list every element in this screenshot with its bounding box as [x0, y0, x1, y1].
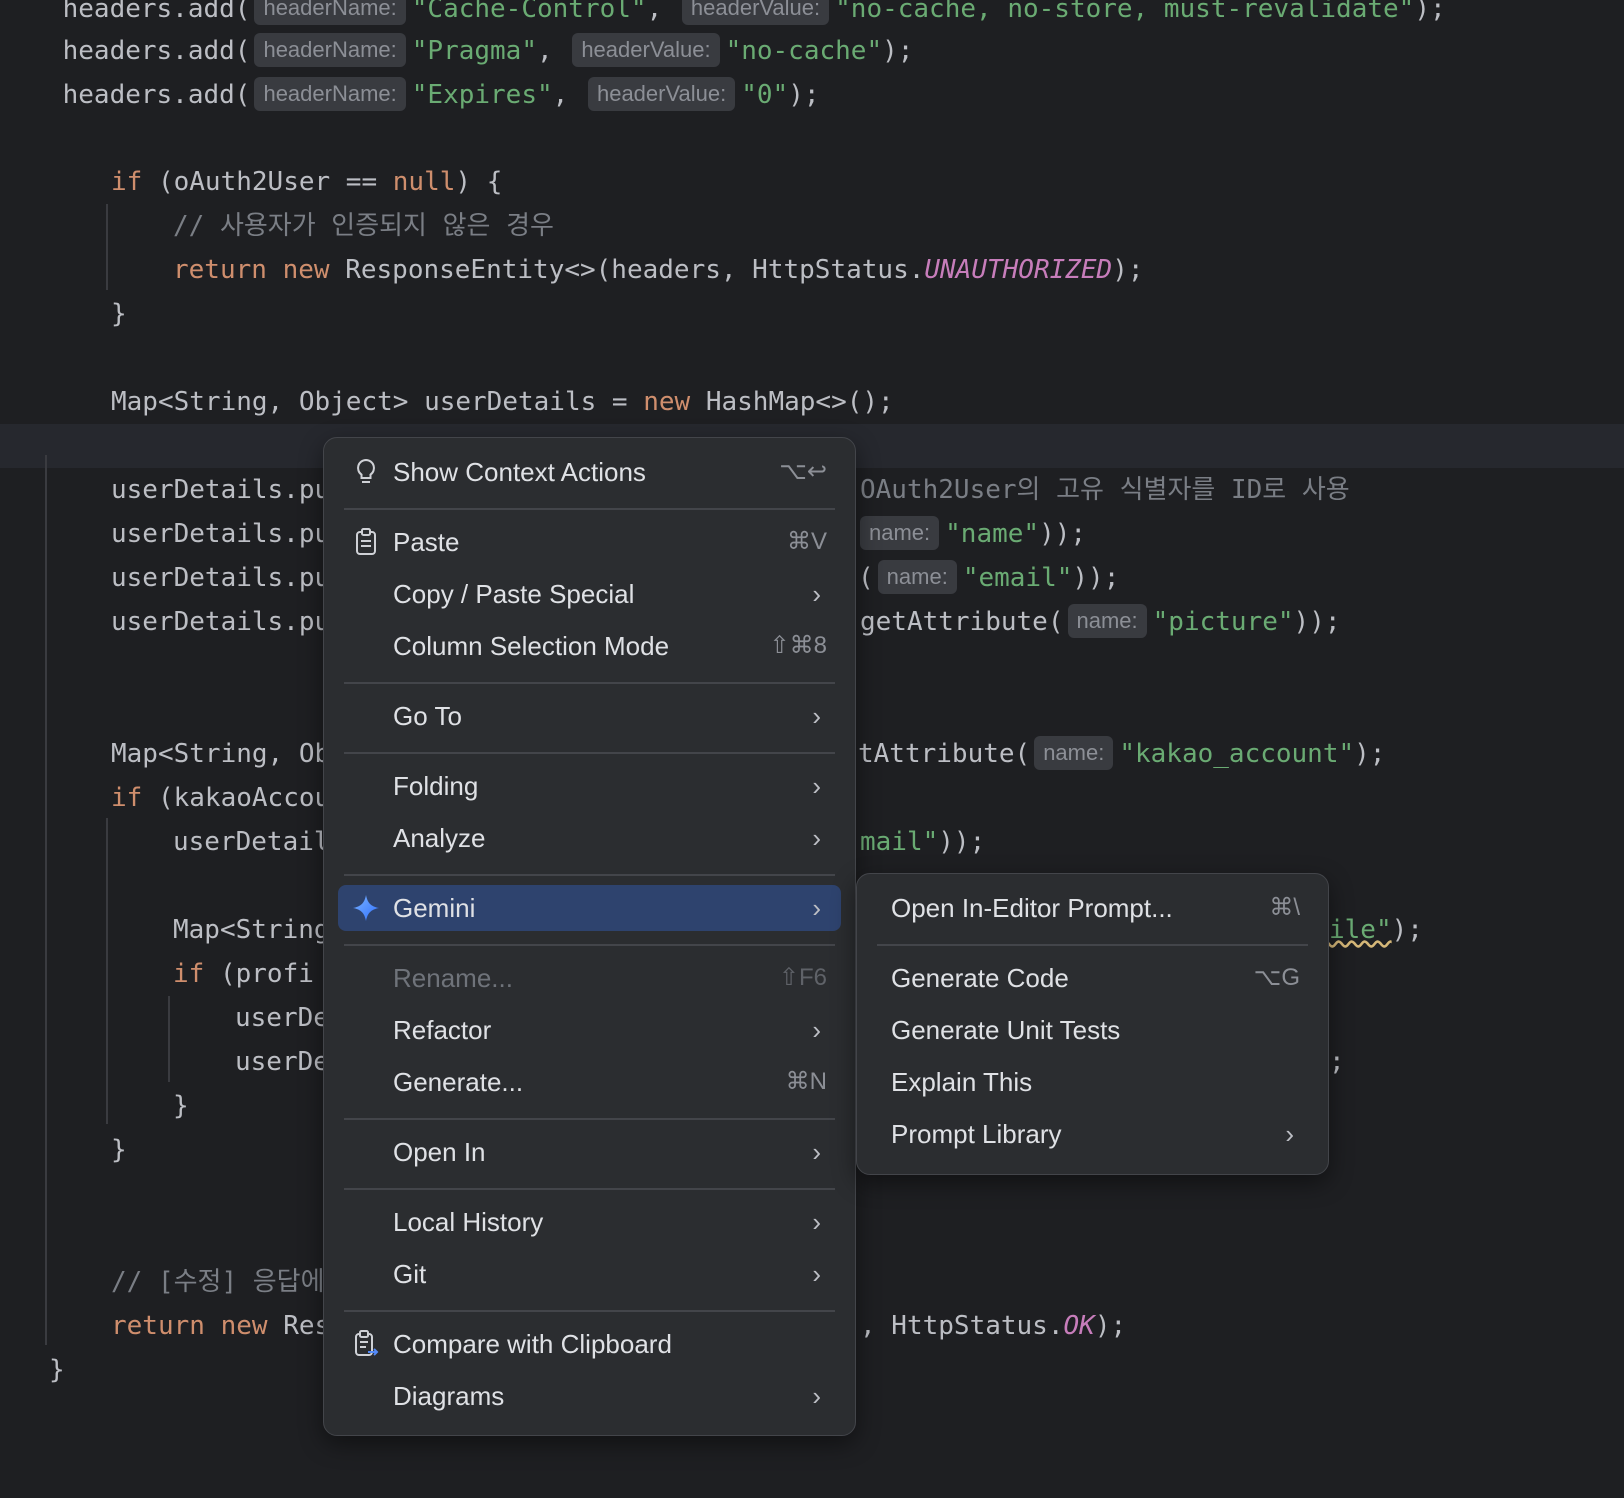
code-line: headers.add(headerName: "Pragma", headerV…: [0, 29, 913, 73]
chevron-right-icon: ›: [812, 771, 821, 801]
menu-item-git[interactable]: Git ›: [338, 1251, 841, 1297]
lightbulb-icon: [352, 458, 380, 486]
code-line: ile");: [1329, 915, 1423, 945]
code-line: userDe: [235, 1003, 329, 1033]
code-line: headers.add(headerName: "Expires", header…: [0, 73, 820, 117]
indent-guide: [106, 818, 108, 1124]
chevron-right-icon: ›: [812, 1207, 821, 1237]
param-hint: headerValue:: [681, 0, 830, 25]
code-line: userDetail: [173, 827, 330, 857]
code-line: getAttribute(name: "picture"));: [860, 600, 1341, 644]
code-line: userDe: [235, 1047, 329, 1077]
menu-item-generate[interactable]: Generate... ⌘N: [338, 1059, 841, 1105]
code-line: }: [173, 1091, 189, 1121]
menu-item-rename[interactable]: Rename... ⇧F6: [338, 955, 841, 1001]
clipboard-icon: [352, 528, 380, 556]
menu-separator: [344, 1118, 835, 1120]
compare-clipboard-icon: [352, 1330, 380, 1358]
menu-item-column-selection-mode[interactable]: Column Selection Mode ⇧⌘8: [338, 623, 841, 669]
param-hint: name:: [877, 560, 957, 594]
menu-item-prompt-library[interactable]: Prompt Library ›: [871, 1111, 1314, 1157]
code-comment: OAuth2User의 고유 식별자를 ID로 사용: [860, 475, 1350, 505]
chevron-right-icon: ›: [812, 1259, 821, 1289]
code-line: (name: "email"));: [858, 556, 1119, 600]
code-line: tAttribute(name: "kakao_account");: [858, 732, 1385, 776]
chevron-right-icon: ›: [1285, 1119, 1294, 1149]
code-line: Map<String: [173, 915, 330, 945]
menu-item-folding[interactable]: Folding ›: [338, 763, 841, 809]
code-line: userDetails.pu: [111, 519, 331, 549]
chevron-right-icon: ›: [812, 1137, 821, 1167]
chevron-right-icon: ›: [812, 1381, 821, 1411]
code-line: userDetails.pu: [111, 607, 331, 637]
code-line: return new ResponseEntity<>(headers, Htt…: [173, 255, 1144, 285]
chevron-right-icon: ›: [812, 893, 821, 923]
menu-item-open-in[interactable]: Open In ›: [338, 1129, 841, 1175]
menu-item-refactor[interactable]: Refactor ›: [338, 1007, 841, 1053]
param-hint: name:: [860, 516, 940, 550]
menu-item-copy-paste-special[interactable]: Copy / Paste Special ›: [338, 571, 841, 617]
menu-item-explain-this[interactable]: Explain This: [871, 1059, 1314, 1105]
menu-separator: [344, 944, 835, 946]
code-line: }: [111, 1135, 127, 1165]
context-menu: Show Context Actions ⌥↩ Paste ⌘V Copy / …: [323, 437, 856, 1436]
menu-item-go-to[interactable]: Go To ›: [338, 693, 841, 739]
menu-item-compare-with-clipboard[interactable]: Compare with Clipboard: [338, 1321, 841, 1367]
code-line: headers.add(headerName: "Cache-Control", …: [0, 0, 1446, 31]
menu-separator: [344, 1188, 835, 1190]
code-line: userDetails.pu: [111, 475, 331, 505]
param-hint: headerName:: [254, 77, 406, 111]
menu-separator: [344, 508, 835, 510]
code-line: name: "name"));: [856, 512, 1086, 556]
param-hint: name:: [1067, 604, 1147, 638]
chevron-right-icon: ›: [812, 701, 821, 731]
code-line: Map<String, Ob: [111, 739, 331, 769]
menu-item-gemini[interactable]: Gemini ›: [338, 885, 841, 931]
code-line: Map<String, Object> userDetails = new Ha…: [111, 387, 894, 417]
code-line: ;: [1329, 1047, 1345, 1077]
param-hint: headerValue:: [587, 77, 736, 111]
code-comment: // 사용자가 인증되지 않은 경우: [173, 211, 554, 241]
chevron-right-icon: ›: [812, 823, 821, 853]
code-line: if (profi: [173, 959, 314, 989]
indent-guide: [106, 204, 108, 290]
menu-item-show-context-actions[interactable]: Show Context Actions ⌥↩: [338, 449, 841, 495]
menu-item-paste[interactable]: Paste ⌘V: [338, 519, 841, 565]
menu-separator: [344, 682, 835, 684]
code-line: }: [49, 1355, 65, 1385]
code-line: return new Res: [111, 1311, 331, 1341]
chevron-right-icon: ›: [812, 1015, 821, 1045]
param-hint: name:: [1034, 736, 1114, 770]
menu-item-generate-code[interactable]: Generate Code ⌥G: [871, 955, 1314, 1001]
code-line: if (oAuth2User == null) {: [111, 167, 503, 197]
menu-item-generate-unit-tests[interactable]: Generate Unit Tests: [871, 1007, 1314, 1053]
gemini-sparkle-icon: [352, 894, 380, 922]
menu-item-diagrams[interactable]: Diagrams ›: [338, 1373, 841, 1419]
code-comment: // [수정] 응답에: [111, 1267, 325, 1297]
menu-item-local-history[interactable]: Local History ›: [338, 1199, 841, 1245]
indent-guide: [168, 996, 170, 1082]
code-line: , HttpStatus.OK);: [860, 1311, 1127, 1341]
menu-separator: [344, 1310, 835, 1312]
chevron-right-icon: ›: [812, 579, 821, 609]
indent-guide: [45, 455, 47, 1345]
code-line: }: [111, 299, 127, 329]
param-hint: headerValue:: [572, 33, 720, 67]
code-line: mail"));: [860, 827, 986, 857]
code-line: if (kakaoAccou: [111, 783, 331, 813]
menu-separator: [344, 874, 835, 876]
menu-item-open-in-editor-prompt[interactable]: Open In-Editor Prompt... ⌘\: [871, 885, 1314, 931]
menu-separator: [344, 752, 835, 754]
param-hint: headerName:: [254, 0, 406, 25]
gemini-submenu: Open In-Editor Prompt... ⌘\ Generate Cod…: [856, 873, 1329, 1175]
menu-separator: [877, 944, 1308, 946]
param-hint: headerName:: [254, 33, 406, 67]
menu-item-analyze[interactable]: Analyze ›: [338, 815, 841, 861]
code-line: userDetails.pu: [111, 563, 331, 593]
